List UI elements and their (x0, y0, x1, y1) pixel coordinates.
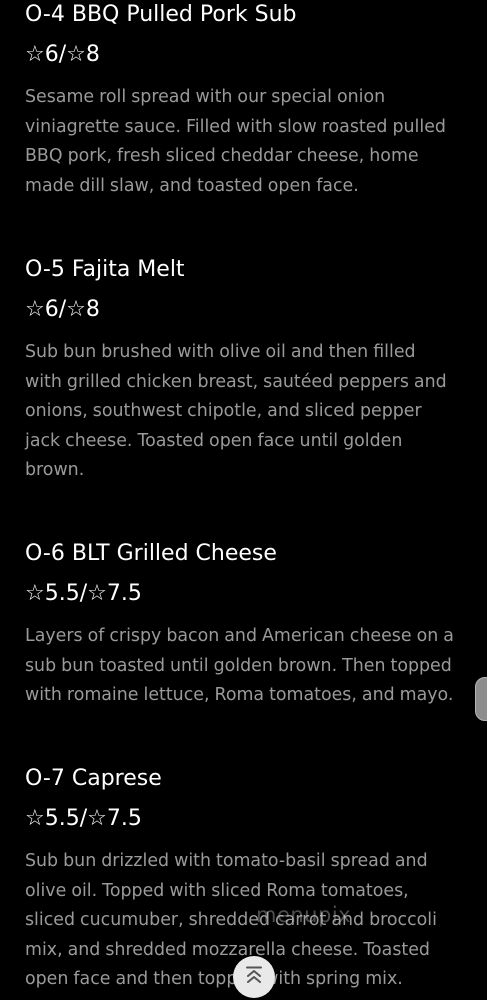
description-line: BBQ pork, fresh sliced cheddar cheese, h… (25, 146, 419, 167)
description-line: Sesame roll spread with our special onio… (25, 87, 386, 107)
menu-item-title: O-7 Caprese (25, 766, 162, 791)
menu-item-price: ☆6/☆8 (25, 42, 100, 67)
menu-item: O-4 BBQ Pulled Pork Sub ☆6/☆8 Sesame rol… (25, 1, 481, 201)
description-line: sub bun toasted until golden brown. Then… (25, 655, 452, 676)
menu-item-price: ☆5.5/☆7.5 (25, 806, 142, 831)
description-line: onions, southwest chipotle, and sliced p… (25, 401, 422, 422)
menu-item-price: ☆5.5/☆7.5 (25, 581, 142, 606)
menu-item-description: Sesame roll spread with our special onio… (25, 83, 481, 201)
menu-item: O-5 Fajita Melt ☆6/☆8 Sub bun brushed wi… (25, 256, 481, 486)
description-line: viniagrette sauce. Filled with slow roas… (25, 116, 446, 137)
scrollbar-handle[interactable] (475, 677, 487, 721)
description-line: jack cheese. Toasted open face until gol… (25, 430, 403, 451)
description-line: olive oil. Topped with sliced Roma tomat… (25, 880, 409, 901)
chevron-up-double-icon (243, 964, 265, 990)
watermark-logo: menupix (256, 903, 352, 927)
menu-item-description: Layers of crispy bacon and American chee… (25, 622, 481, 711)
description-line: made dill slaw, and toasted open face. (25, 175, 359, 196)
description-line: Sub bun drizzled with tomato-basil sprea… (25, 851, 428, 871)
menu-item: O-6 BLT Grilled Cheese ☆5.5/☆7.5 Layers … (25, 540, 481, 711)
description-line: with romaine lettuce, Roma tomatoes, and… (25, 685, 454, 706)
menu-item-description: Sub bun brushed with olive oil and then … (25, 338, 481, 486)
description-line: Sub bun brushed with olive oil and then … (25, 342, 416, 362)
description-line: Layers of crispy bacon and American chee… (25, 626, 454, 646)
scroll-to-top-button[interactable] (233, 956, 275, 998)
menu-item-title: O-4 BBQ Pulled Pork Sub (25, 2, 297, 27)
description-line: with grilled chicken breast, sautéed pep… (25, 371, 447, 392)
description-line: brown. (25, 460, 85, 481)
description-line: sliced cucumuber, shredded carrot and br… (25, 910, 437, 931)
menu-item-price: ☆6/☆8 (25, 297, 100, 322)
menu-item-title: O-5 Fajita Melt (25, 257, 185, 282)
menu-item-title: O-6 BLT Grilled Cheese (25, 541, 277, 566)
